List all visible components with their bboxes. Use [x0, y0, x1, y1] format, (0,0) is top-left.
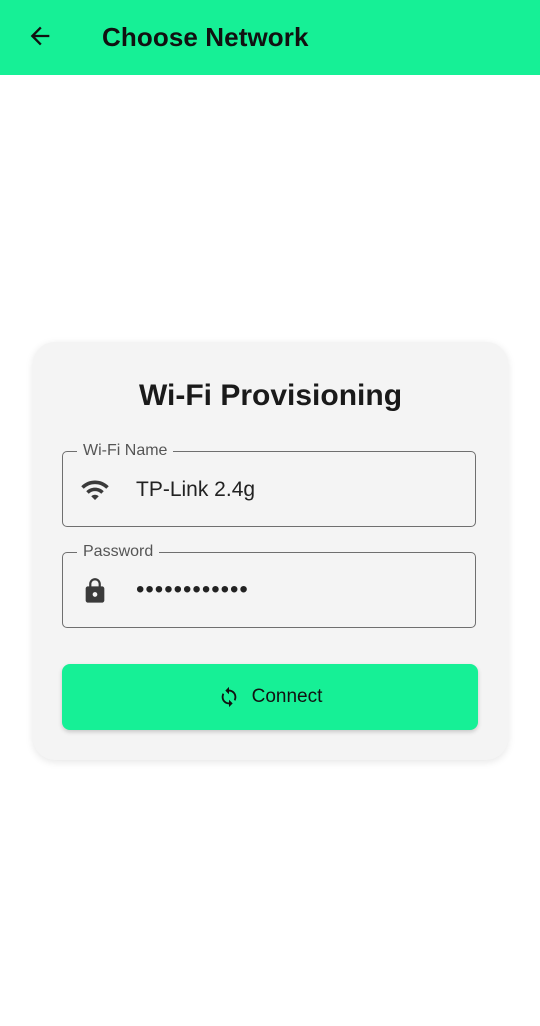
wifi-name-field[interactable]: Wi-Fi Name TP-Link 2.4g	[62, 441, 476, 527]
password-value: ••••••••••••	[136, 576, 249, 603]
arrow-left-icon	[26, 22, 54, 55]
app-bar: Choose Network	[0, 0, 540, 75]
wifi-name-value: TP-Link 2.4g	[136, 478, 256, 501]
connect-button[interactable]: Connect	[62, 664, 478, 730]
provisioning-card: Wi-Fi Provisioning Wi-Fi Name TP-Link 2.…	[33, 342, 508, 760]
password-label: Password	[77, 542, 160, 562]
lock-icon	[79, 575, 111, 607]
sync-icon	[218, 686, 240, 708]
password-field[interactable]: Password ••••••••••••	[62, 542, 476, 628]
back-button[interactable]	[22, 20, 58, 56]
card-title: Wi-Fi Provisioning	[138, 379, 403, 412]
page-title: Choose Network	[102, 22, 309, 52]
wifi-name-label: Wi-Fi Name	[77, 441, 174, 461]
connect-label: Connect	[251, 686, 323, 707]
wifi-icon	[79, 474, 111, 506]
